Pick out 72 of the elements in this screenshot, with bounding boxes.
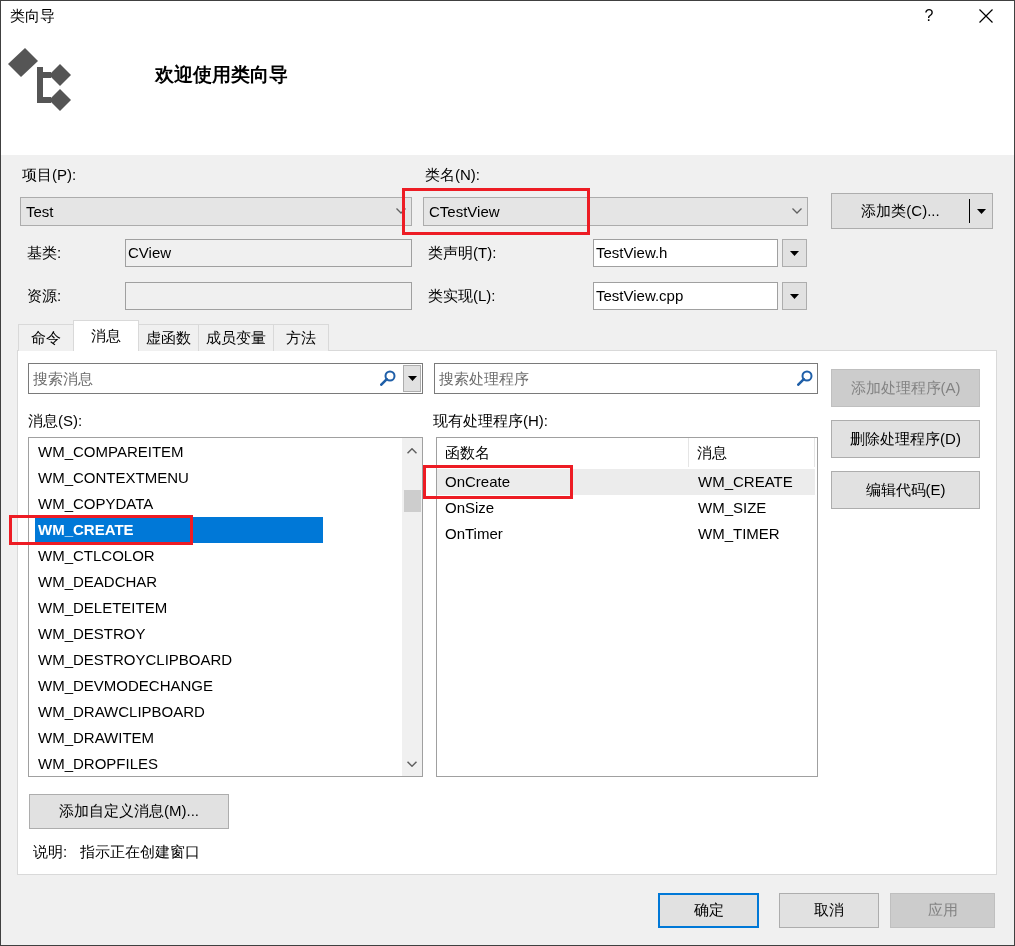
list-item[interactable]: WM_CONTEXTMENU (35, 465, 323, 491)
dropdown[interactable]: CTestView (423, 196, 808, 226)
list-label: 现有处理程序(H): (433, 412, 549, 430)
field-label: 项目(P): (22, 166, 78, 184)
help-button[interactable]: ? (906, 1, 952, 30)
side-button[interactable]: 编辑代码(E) (831, 471, 980, 509)
list-item[interactable]: WM_COPYDATA (35, 491, 323, 517)
text-field[interactable]: TestView.cpp (593, 282, 778, 310)
side-button[interactable]: 删除处理程序(D) (831, 420, 980, 458)
dropdown-button[interactable] (403, 365, 421, 392)
field-label: 类实现(L): (428, 286, 497, 306)
tab[interactable]: 消息 (73, 320, 139, 351)
table-row[interactable]: OnTimer WM_TIMER (437, 521, 815, 547)
table-cell-text: WM_TIMER (697, 524, 780, 544)
chevron-down-icon (407, 761, 417, 767)
list-item[interactable]: WM_CREATE (35, 517, 323, 543)
add-class-button[interactable]: 添加类(C)... (831, 193, 993, 229)
chevron-down-icon (792, 208, 802, 214)
table-row[interactable]: OnCreate WM_CREATE (437, 469, 815, 495)
caret-down-icon (790, 250, 799, 256)
field-label: 基类: (27, 243, 63, 263)
list-item[interactable]: WM_DELETEITEM (35, 595, 323, 621)
description-label: 说明: (33, 843, 69, 861)
table-row[interactable]: OnSize WM_SIZE (437, 495, 815, 521)
dropdown-button[interactable] (782, 239, 807, 267)
header-title: 欢迎使用类向导 (155, 63, 288, 87)
dialog-button[interactable]: 确定 (658, 893, 759, 928)
list-item[interactable]: WM_DRAWITEM (35, 725, 323, 751)
search-field[interactable]: 搜索消息 (28, 363, 423, 394)
list-item[interactable]: WM_DEADCHAR (35, 569, 323, 595)
column-header[interactable]: 函数名 (437, 438, 689, 467)
list-item[interactable]: WM_CTLCOLOR (35, 543, 323, 569)
tab[interactable]: 方法 (273, 324, 329, 351)
description-text: 指示正在创建窗口 (80, 843, 200, 861)
tab[interactable]: 命令 (18, 324, 74, 351)
tab[interactable]: 成员变量 (198, 324, 274, 351)
text-field[interactable]: CView (125, 239, 412, 267)
caret-down-icon (977, 208, 986, 214)
field-label: 类名(N): (425, 166, 480, 184)
list-item[interactable]: WM_DESTROYCLIPBOARD (35, 647, 323, 673)
scroll-thumb[interactable] (403, 490, 421, 512)
add-custom-message-button[interactable]: 添加自定义消息(M)... (29, 794, 229, 829)
column-header[interactable]: 消息 (689, 438, 815, 467)
dialog-button[interactable]: 取消 (779, 893, 879, 928)
table-cell-text: OnCreate (444, 472, 512, 492)
search-icon (797, 370, 813, 386)
field-label: 类声明(T): (428, 243, 498, 263)
field-label: 资源: (27, 286, 63, 306)
list-item[interactable]: WM_DEVMODECHANGE (35, 673, 323, 699)
table-cell-text: OnSize (444, 498, 496, 518)
caret-down-icon (790, 293, 799, 299)
list-label: 消息(S): (28, 412, 84, 430)
chevron-down-icon (396, 208, 406, 214)
search-field[interactable]: 搜索处理程序 (434, 363, 818, 394)
dropdown[interactable]: Test (20, 196, 412, 226)
close-icon (979, 8, 993, 23)
chevron-up-icon (407, 448, 417, 454)
table-cell-text: WM_SIZE (697, 498, 767, 518)
window-title: 类向导 (10, 6, 55, 25)
table-cell-text: OnTimer (444, 524, 504, 544)
list-item[interactable]: WM_DESTROY (35, 621, 323, 647)
search-icon (380, 370, 396, 386)
table-cell-text: WM_CREATE (697, 472, 793, 492)
text-field[interactable] (125, 282, 412, 310)
text-field[interactable]: TestView.h (593, 239, 778, 267)
list-item[interactable]: WM_DRAWCLIPBOARD (35, 699, 323, 725)
list-item[interactable]: WM_COMPAREITEM (35, 439, 323, 465)
scrollbar[interactable] (402, 438, 422, 776)
list-item[interactable]: WM_DROPFILES (35, 751, 323, 777)
caret-down-icon (407, 376, 417, 381)
dropdown-button[interactable] (782, 282, 807, 310)
tab[interactable]: 虚函数 (138, 324, 199, 351)
